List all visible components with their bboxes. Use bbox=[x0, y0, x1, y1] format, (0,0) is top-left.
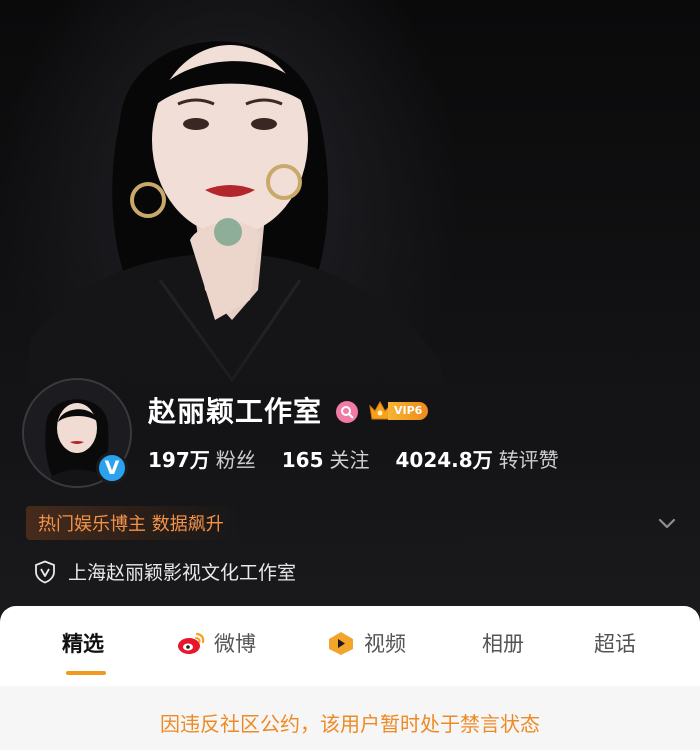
tab-label: 超话 bbox=[594, 632, 636, 656]
tab-super-topic[interactable]: 超话 bbox=[594, 628, 636, 658]
stat-followers[interactable]: 197万 粉丝 bbox=[148, 444, 256, 473]
weibo-icon bbox=[178, 632, 205, 654]
stat-label: 关注 bbox=[329, 448, 370, 472]
ban-notice: 因违反社区公约，该用户暂时处于禁言状态 bbox=[160, 712, 540, 736]
tab-label: 相册 bbox=[482, 632, 524, 656]
hot-blogger-tag[interactable]: 热门娱乐博主 数据飙升 bbox=[26, 506, 238, 540]
video-play-icon bbox=[329, 632, 353, 655]
company-name: 上海赵丽颖影视文化工作室 bbox=[68, 562, 297, 584]
stat-value: 197万 bbox=[148, 448, 210, 472]
tab-label: 精选 bbox=[62, 632, 104, 656]
tab-bar: 精选 微博 视频 相册 超话 bbox=[0, 606, 700, 686]
active-tab-indicator bbox=[66, 671, 106, 675]
stat-following[interactable]: 165 关注 bbox=[282, 444, 370, 473]
stat-value: 165 bbox=[281, 448, 324, 472]
tab-video[interactable]: 视频 bbox=[326, 628, 406, 658]
stat-likes[interactable]: 4024.8万 转评赞 bbox=[396, 444, 559, 473]
verified-badge-icon: V bbox=[96, 452, 128, 484]
tab-weibo[interactable]: 微博 bbox=[176, 628, 256, 658]
profile-stats: 197万 粉丝 165 关注 4024.8万 转评赞 bbox=[148, 444, 585, 473]
tab-label: 视频 bbox=[364, 632, 406, 656]
shield-icon bbox=[35, 560, 55, 583]
vip-level-label: VIP6 bbox=[388, 402, 429, 420]
stat-label: 转评赞 bbox=[498, 448, 559, 472]
company-verification[interactable]: 上海赵丽颖影视文化工作室 bbox=[34, 558, 296, 585]
chevron-down-icon[interactable] bbox=[656, 512, 678, 534]
stat-value: 4024.8万 bbox=[395, 448, 493, 472]
vip-badge[interactable]: VIP6 bbox=[368, 398, 429, 424]
female-tag-icon[interactable] bbox=[336, 401, 358, 423]
content-panel: 精选 微博 视频 相册 超话 因违反社区公约，该用户暂时处于禁言状态 bbox=[0, 606, 700, 750]
tab-label: 微博 bbox=[214, 632, 256, 656]
tab-album[interactable]: 相册 bbox=[482, 628, 524, 658]
profile-name: 赵丽颖工作室 bbox=[148, 395, 323, 428]
hot-tag-text: 热门娱乐博主 数据飙升 bbox=[38, 514, 224, 535]
tab-featured[interactable]: 精选 bbox=[62, 628, 104, 658]
stat-label: 粉丝 bbox=[215, 448, 256, 472]
